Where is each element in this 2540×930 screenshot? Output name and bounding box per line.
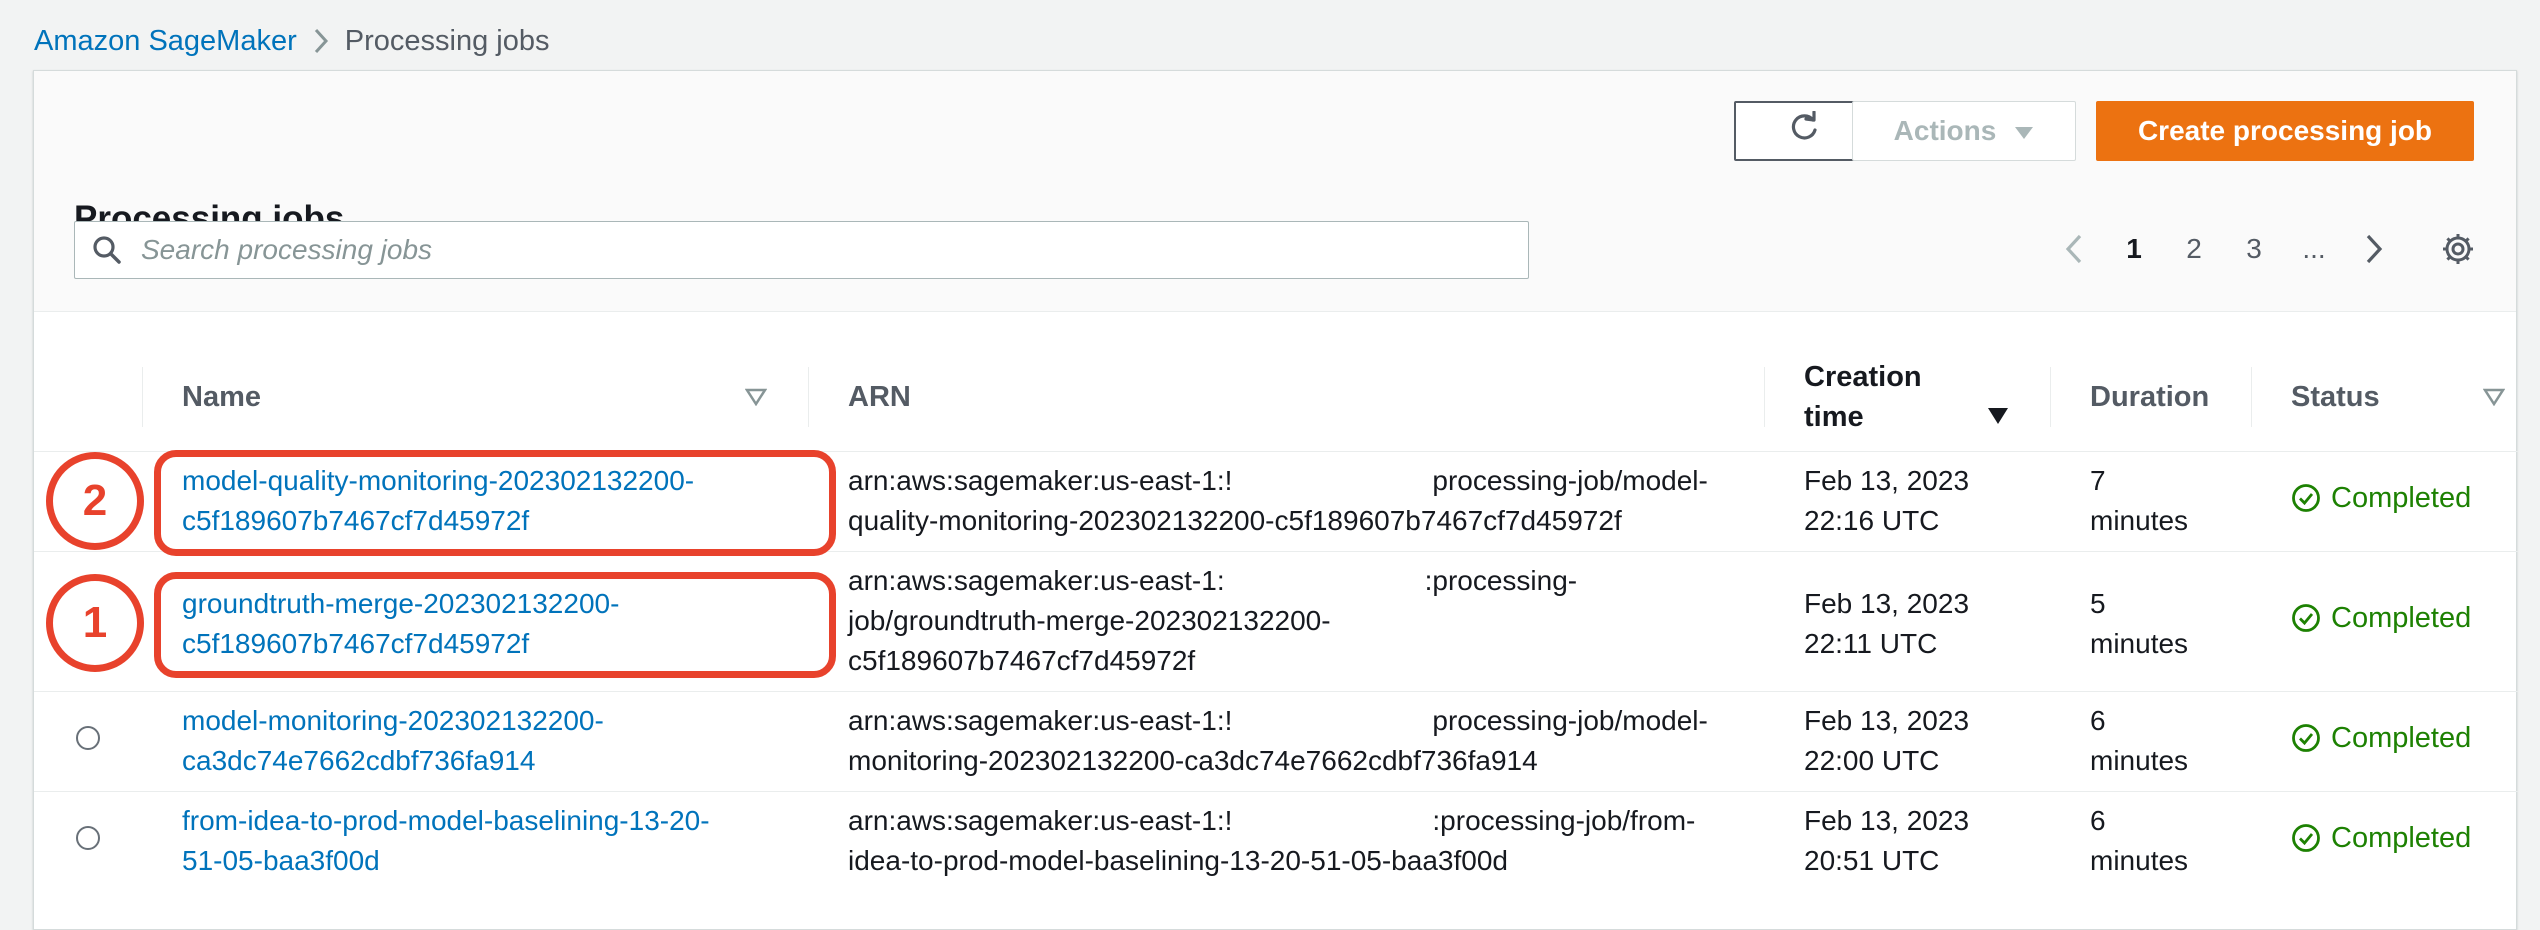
duration-cell: 7 minutes (2050, 450, 2251, 551)
status-badge: Completed (2291, 478, 2471, 518)
status-cell: Completed (2251, 450, 2518, 551)
sort-descending-icon[interactable] (1986, 404, 2010, 428)
arn-cell: arn:aws:sagemaker:us-east-1:! processing-… (808, 450, 1764, 551)
sort-unsorted-icon[interactable] (744, 385, 768, 409)
status-column-header[interactable]: Status (2251, 343, 2518, 451)
page-3-button[interactable]: 3 (2224, 233, 2284, 265)
callout-highlight-box-2 (154, 450, 836, 556)
arn-text: arn:aws:sagemaker:us-east-1::processing-… (848, 561, 1577, 676)
arn-header-label: ARN (848, 380, 911, 413)
creation-time-cell: Feb 13, 2023 22:00 UTC (1764, 690, 2050, 791)
arn-text: arn:aws:sagemaker:us-east-1:! processing-… (848, 701, 1708, 776)
duration-header-label: Duration (2090, 380, 2210, 413)
callout-number-badge-2: 2 (46, 452, 144, 550)
creation-time-cell: Feb 13, 2023 22:16 UTC (1764, 450, 2050, 551)
duration-cell: 6 minutes (2050, 790, 2251, 891)
name-header-label: Name (182, 380, 261, 413)
arn-text: arn:aws:sagemaker:us-east-1:! processing-… (848, 461, 1708, 536)
row-radio-button[interactable] (76, 826, 100, 851)
job-name-link[interactable]: model-monitoring-202302132200- ca3dc74e76… (182, 705, 604, 776)
status-header-label: Status (2291, 380, 2380, 413)
status-badge: Completed (2291, 718, 2471, 758)
table-row[interactable]: model-monitoring-202302132200- ca3dc74e76… (34, 690, 2518, 791)
create-processing-job-button[interactable]: Create processing job (2096, 101, 2474, 161)
page-ellipsis: ... (2302, 233, 2326, 264)
creation-time-column-header[interactable]: Creation time (1764, 343, 2050, 451)
callout-number-badge-1: 1 (46, 574, 144, 672)
page-2-button[interactable]: 2 (2164, 233, 2224, 265)
creation-time-cell: Feb 13, 2023 20:51 UTC (1764, 790, 2050, 891)
breadcrumb-root-link[interactable]: Amazon SageMaker (34, 25, 297, 58)
table-row[interactable]: from-idea-to-prod-model-baselining-13-20… (34, 790, 2518, 891)
breadcrumb: Amazon SageMaker Processing jobs (34, 18, 549, 64)
arn-cell: arn:aws:sagemaker:us-east-1::processing-… (808, 550, 1764, 691)
row-select-cell[interactable] (34, 690, 142, 791)
chevron-right-icon (297, 18, 345, 64)
previous-page-icon[interactable] (2044, 234, 2104, 264)
search-box (74, 221, 1529, 279)
search-input[interactable] (139, 233, 1528, 267)
creation-time-header-label-1: Creation (1804, 360, 1922, 393)
table-header-row: Name ARN Creation time Duration Status (34, 343, 2518, 451)
check-circle-icon (2292, 724, 2320, 752)
creation-time-header-label-2: time (1804, 400, 1864, 433)
next-page-icon[interactable] (2344, 234, 2404, 264)
sort-unsorted-icon[interactable] (2482, 385, 2506, 409)
status-cell: Completed (2251, 790, 2518, 891)
arn-cell: arn:aws:sagemaker:us-east-1:!:processing… (808, 790, 1764, 891)
caret-down-icon (2014, 115, 2034, 147)
select-column-header (34, 343, 142, 451)
job-name-cell: model-monitoring-202302132200- ca3dc74e76… (142, 690, 808, 791)
arn-cell: arn:aws:sagemaker:us-east-1:! processing-… (808, 690, 1764, 791)
actions-label: Actions (1893, 115, 1997, 146)
check-circle-icon (2292, 484, 2320, 512)
callout-highlight-box-1 (154, 572, 836, 678)
panel-header: Processing jobs Actions Create processin… (34, 71, 2516, 312)
status-badge: Completed (2291, 598, 2471, 638)
pagination: 1 2 3 ... (2044, 217, 2404, 281)
duration-cell: 6 minutes (2050, 690, 2251, 791)
job-name-cell: from-idea-to-prod-model-baselining-13-20… (142, 790, 808, 891)
duration-cell: 5 minutes (2050, 550, 2251, 691)
search-icon (75, 235, 139, 265)
name-column-header[interactable]: Name (142, 343, 808, 451)
refresh-icon (1787, 109, 1821, 152)
check-circle-icon (2292, 604, 2320, 632)
status-badge: Completed (2291, 818, 2471, 858)
page-1-button[interactable]: 1 (2104, 233, 2164, 265)
creation-time-cell: Feb 13, 2023 22:11 UTC (1764, 550, 2050, 691)
duration-column-header: Duration (2050, 343, 2251, 451)
status-cell: Completed (2251, 690, 2518, 791)
settings-gear-icon[interactable] (2438, 229, 2478, 269)
breadcrumb-current: Processing jobs (344, 24, 550, 57)
row-radio-button[interactable] (76, 726, 100, 750)
arn-column-header: ARN (808, 343, 1764, 451)
actions-dropdown[interactable]: Actions (1852, 101, 2076, 161)
check-circle-icon (2292, 824, 2320, 853)
job-name-link[interactable]: from-idea-to-prod-model-baselining-13-20… (182, 805, 710, 876)
arn-text: arn:aws:sagemaker:us-east-1:!:processing… (848, 801, 1695, 876)
row-select-cell[interactable] (34, 790, 142, 891)
status-cell: Completed (2251, 550, 2518, 691)
